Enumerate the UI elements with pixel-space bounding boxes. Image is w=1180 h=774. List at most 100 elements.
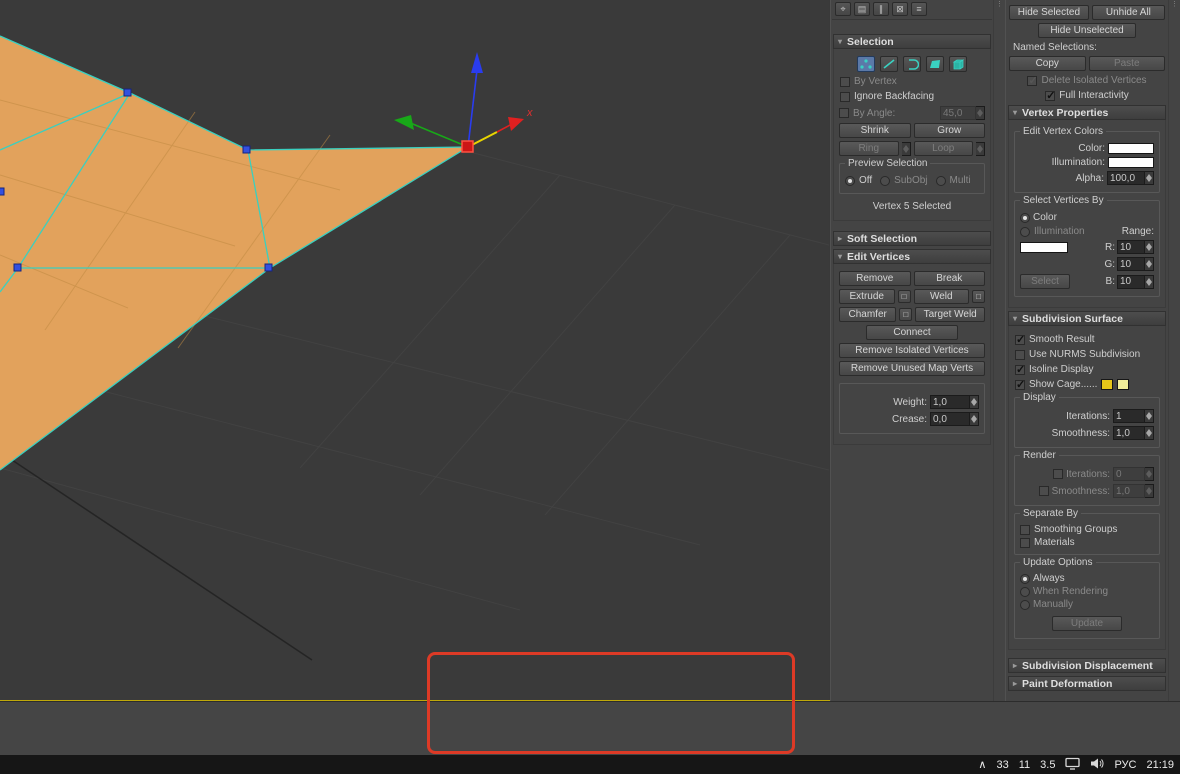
rollout-title: Selection <box>847 35 894 48</box>
update-manually-radio[interactable] <box>1020 599 1030 610</box>
paint-deformation-rollout-header[interactable]: ▸ Paint Deformation <box>1008 676 1166 691</box>
viewport-canvas: x <box>0 0 830 700</box>
vertex-properties-rollout-header[interactable]: ▾ Vertex Properties <box>1008 105 1166 120</box>
selected-vertex[interactable] <box>461 140 474 153</box>
checkbox-box <box>1015 333 1025 346</box>
display-group: Display Iterations: Smoothness: <box>1014 392 1160 448</box>
alpha-spinner[interactable] <box>1107 171 1154 185</box>
paste-button[interactable]: Paste <box>1088 56 1165 71</box>
pin-stack-icon[interactable]: ⌖ <box>835 2 851 16</box>
language-indicator[interactable]: РУС <box>1114 759 1136 771</box>
preview-multi-radio[interactable] <box>935 175 946 186</box>
tray-counter-2[interactable]: 11 <box>1019 759 1030 771</box>
taskbar-hidden-icons-chevron[interactable]: ∧ <box>978 758 986 771</box>
vertex-illumination-swatch[interactable] <box>1108 157 1154 168</box>
tray-counter-1[interactable]: 33 <box>996 759 1008 771</box>
render-smoothness-checkbox[interactable] <box>1038 486 1049 496</box>
shrink-button[interactable]: Shrink <box>839 123 911 138</box>
panel-scrollbar[interactable]: ⋮ <box>1168 0 1180 701</box>
unhide-all-button[interactable]: Unhide All <box>1091 5 1165 20</box>
element-mode-icon[interactable] <box>949 56 967 72</box>
remove-modifier-icon[interactable]: ⊠ <box>892 2 908 16</box>
connect-button[interactable]: Connect <box>866 325 958 340</box>
tray-counter-3[interactable]: 3.5 <box>1040 759 1055 771</box>
ring-button[interactable]: Ring <box>839 141 899 156</box>
smoothing-groups-checkbox[interactable]: Smoothing Groups <box>1020 524 1154 535</box>
select-by-color-radio[interactable] <box>1020 212 1030 223</box>
subdivision-displacement-rollout-header[interactable]: ▸ Subdivision Displacement <box>1008 658 1166 673</box>
polygon-mode-icon[interactable] <box>926 56 944 72</box>
loop-spinner[interactable] <box>976 141 985 156</box>
vertex-color-swatch[interactable] <box>1108 143 1154 154</box>
update-always-radio[interactable] <box>1020 573 1030 584</box>
vertex-mode-icon[interactable] <box>857 56 875 72</box>
subdivision-displacement-rollout: ▸ Subdivision Displacement <box>1008 658 1166 673</box>
render-iterations-spinner[interactable] <box>1113 467 1154 481</box>
hide-selected-button[interactable]: Hide Selected <box>1009 5 1089 20</box>
perspective-viewport[interactable]: x <box>0 0 830 701</box>
select-button[interactable]: Select <box>1020 274 1070 289</box>
ignore-backfacing-checkbox[interactable]: Ignore Backfacing <box>840 91 984 102</box>
extrude-settings-icon[interactable]: □ <box>897 290 911 303</box>
use-nurms-checkbox[interactable]: Use NURMS Subdivision <box>1015 349 1159 360</box>
loop-button[interactable]: Loop <box>913 141 973 156</box>
remove-isolated-vertices-button[interactable]: Remove Isolated Vertices <box>839 343 985 358</box>
crease-spinner[interactable] <box>930 412 979 426</box>
panel-scrollbar[interactable]: ⋮ <box>993 0 1005 701</box>
r-label: R: <box>1105 241 1115 253</box>
delete-isolated-vertices-checkbox[interactable]: Delete Isolated Vertices <box>1010 74 1164 87</box>
by-vertex-checkbox[interactable]: By Vertex <box>840 76 984 87</box>
cage-selected-color-swatch[interactable] <box>1117 379 1130 390</box>
select-by-illumination-radio[interactable] <box>1020 226 1030 237</box>
selection-rollout-header[interactable]: ▾ Selection <box>833 34 991 49</box>
weld-button[interactable]: Weld <box>913 289 969 304</box>
g-label: G: <box>1104 258 1115 270</box>
configure-modifier-sets-icon[interactable]: ≡ <box>911 2 927 16</box>
ring-spinner[interactable] <box>901 141 911 156</box>
copy-button[interactable]: Copy <box>1009 56 1086 71</box>
edit-vertices-rollout-header[interactable]: ▾ Edit Vertices <box>833 249 991 264</box>
range-g-spinner[interactable]: G: <box>1104 257 1154 271</box>
chamfer-settings-icon[interactable]: □ <box>899 308 913 321</box>
show-cage-checkbox[interactable]: Show Cage...... <box>1015 378 1159 391</box>
make-unique-icon[interactable]: ∥ <box>873 2 889 16</box>
edge-mode-icon[interactable] <box>880 56 898 72</box>
chamfer-button[interactable]: Chamfer <box>839 307 897 322</box>
volume-icon[interactable] <box>1090 757 1104 773</box>
tray-display-icon[interactable] <box>1065 757 1081 773</box>
cage-color-swatch[interactable] <box>1101 379 1114 390</box>
smooth-result-checkbox[interactable]: Smooth Result <box>1015 333 1159 346</box>
border-mode-icon[interactable] <box>903 56 921 72</box>
radio-label: SubObj <box>894 175 928 186</box>
range-r-spinner[interactable]: R: <box>1105 240 1154 254</box>
select-by-color-swatch[interactable] <box>1020 241 1068 253</box>
by-angle-spinner[interactable] <box>940 106 985 120</box>
grow-button[interactable]: Grow <box>913 123 985 138</box>
materials-checkbox[interactable]: Materials <box>1020 537 1154 548</box>
rollout-collapsed-icon: ▸ <box>1013 679 1018 688</box>
update-when-rendering-radio[interactable] <box>1020 586 1030 597</box>
isoline-display-checkbox[interactable]: Isoline Display <box>1015 363 1159 376</box>
by-angle-checkbox[interactable]: By Angle: <box>839 108 895 119</box>
render-iterations-checkbox[interactable] <box>1053 469 1064 479</box>
range-b-spinner[interactable]: B: <box>1106 274 1154 289</box>
show-end-result-icon[interactable]: ▤ <box>854 2 870 16</box>
subdivision-surface-rollout-header[interactable]: ▾ Subdivision Surface <box>1008 311 1166 326</box>
preview-off-radio[interactable] <box>845 175 855 186</box>
full-interactivity-checkbox[interactable]: Full Interactivity <box>1010 89 1164 102</box>
remove-unused-map-verts-button[interactable]: Remove Unused Map Verts <box>839 361 985 376</box>
extrude-button[interactable]: Extrude <box>839 289 895 304</box>
break-button[interactable]: Break <box>913 271 985 286</box>
remove-button[interactable]: Remove <box>839 271 911 286</box>
clock[interactable]: 21:19 <box>1146 759 1174 771</box>
display-iterations-spinner[interactable] <box>1113 409 1154 423</box>
target-weld-button[interactable]: Target Weld <box>915 307 985 322</box>
soft-selection-rollout-header[interactable]: ▸ Soft Selection <box>833 231 991 246</box>
weight-spinner[interactable] <box>930 395 979 409</box>
render-smoothness-spinner[interactable] <box>1113 484 1154 498</box>
weld-settings-icon[interactable]: □ <box>972 290 985 303</box>
update-button[interactable]: Update <box>1052 616 1122 631</box>
display-smoothness-spinner[interactable] <box>1113 426 1154 440</box>
hide-unselected-button[interactable]: Hide Unselected <box>1038 23 1136 38</box>
preview-subobj-radio[interactable] <box>880 175 891 186</box>
